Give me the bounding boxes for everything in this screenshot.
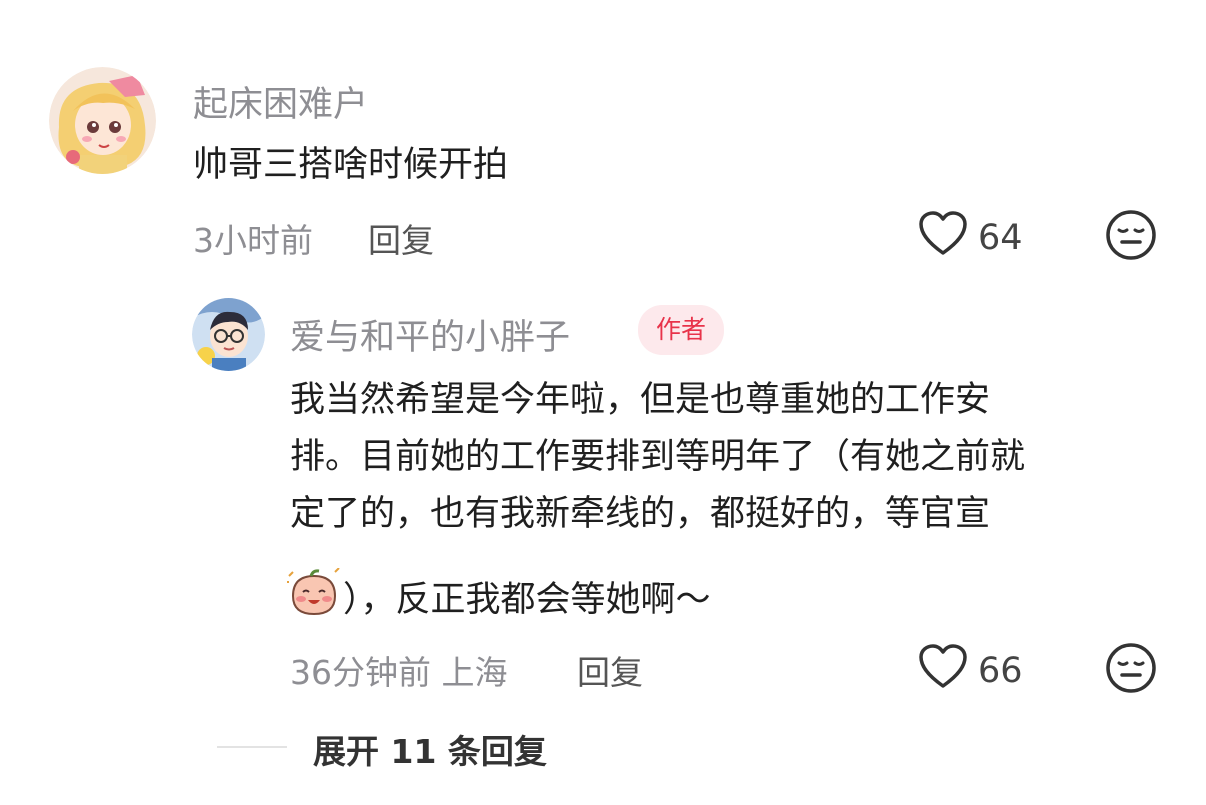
- heart-icon: [918, 210, 968, 265]
- reply-text-line-3: 定了的，也有我新牵线的，都挺好的，等官宣: [290, 494, 991, 534]
- comment-timestamp: 3小时前: [193, 221, 313, 260]
- reply-text-line-1: 我当然希望是今年啦，但是也尊重她的工作安: [290, 380, 991, 420]
- reply-text-line-4: ），反正我都会等她啊～: [343, 580, 711, 620]
- comment-like-count: 64: [978, 217, 1023, 258]
- comment-dislike-icon[interactable]: [1105, 209, 1157, 261]
- commenter-username[interactable]: 起床困难户: [193, 76, 368, 127]
- comment-reply-button[interactable]: 回复: [368, 214, 434, 262]
- author-avatar[interactable]: [192, 298, 265, 371]
- reply-reply-button[interactable]: 回复: [577, 646, 643, 694]
- expand-divider: [217, 746, 287, 748]
- reply-dislike-icon[interactable]: [1105, 642, 1157, 694]
- blushing-face-emoji: [287, 567, 341, 618]
- reply-like-button[interactable]: 66: [918, 643, 1023, 698]
- reply-timestamp-location: 36分钟前 上海: [290, 653, 508, 692]
- author-username[interactable]: 爱与和平的小胖子: [290, 309, 570, 360]
- comment-like-button[interactable]: 64: [918, 210, 1023, 265]
- comment-text: 帅哥三搭啥时候开拍: [193, 145, 509, 185]
- reply-text-line-2: 排。目前她的工作要排到等明年了（有她之前就: [290, 437, 1026, 477]
- expand-replies-button[interactable]: 展开 11 条回复: [313, 725, 547, 773]
- commenter-avatar[interactable]: [49, 67, 156, 174]
- author-badge: 作者: [638, 305, 725, 355]
- heart-icon: [918, 643, 968, 698]
- reply-like-count: 66: [978, 650, 1023, 691]
